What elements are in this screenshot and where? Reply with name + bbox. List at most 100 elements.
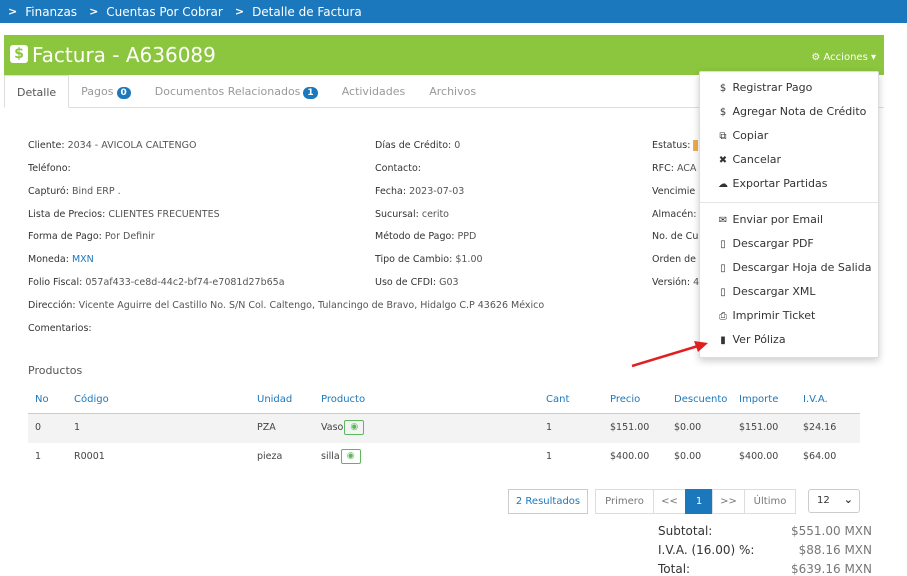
field-label: No. de Cu (652, 231, 699, 242)
tab-label: Archivos (429, 85, 477, 98)
subtotal-value: $551.00 MXN (791, 524, 872, 538)
iva-value: $88.16 MXN (798, 543, 872, 557)
cell-producto: Vaso ◉ (321, 420, 365, 435)
file-icon: ▯ (720, 287, 726, 298)
pdf-file-icon: ▯ (720, 239, 726, 250)
field-value: CLIENTES FRECUENTES (108, 209, 220, 220)
field-fecha: Fecha: 2023-07-03 (375, 186, 464, 197)
pager-page-1-button[interactable]: 1 (685, 489, 713, 514)
menu-item-descargar-hoja-salida[interactable]: ▯ Descargar Hoja de Salida (717, 261, 871, 274)
column-header[interactable]: Importe (739, 394, 778, 405)
field-uso-cfdi: Uso de CFDI: G03 (375, 277, 459, 288)
column-header[interactable]: Descuento (674, 394, 727, 405)
field-label: Versión: (652, 277, 691, 288)
tab-detalle[interactable]: Detalle (4, 75, 70, 108)
column-header[interactable]: No (35, 394, 49, 405)
field-label: Folio Fiscal: (28, 277, 83, 288)
field-label: Capturó: (28, 186, 69, 197)
menu-item-descargar-xml[interactable]: ▯ Descargar XML (717, 285, 815, 298)
tab-documentos-relacionados[interactable]: Documentos Relacionados 1 (143, 75, 330, 107)
column-header[interactable]: Cant (546, 394, 569, 405)
pager-next-button[interactable]: >> (712, 489, 745, 514)
column-header[interactable]: Código (74, 394, 109, 405)
menu-item-registrar-pago[interactable]: $ Registrar Pago (717, 81, 813, 94)
field-label: Estatus: (652, 140, 691, 151)
field-value: MXN (71, 254, 94, 265)
tab-label: Pagos (81, 85, 114, 98)
tab-pagos[interactable]: Pagos 0 (69, 75, 143, 107)
field-orden: Orden de (652, 254, 696, 265)
menu-item-label: Exportar Partidas (732, 177, 828, 190)
eye-icon[interactable]: ◉ (344, 420, 365, 435)
column-header[interactable]: Unidad (257, 394, 292, 405)
tab-actividades[interactable]: Actividades (330, 75, 418, 107)
total-value: $639.16 MXN (791, 562, 872, 576)
menu-divider (700, 202, 878, 203)
breadcrumb-item-cuentas-por-cobrar[interactable]: Cuentas Por Cobrar (106, 5, 223, 19)
cell-iva: $24.16 (803, 422, 837, 433)
menu-item-ver-poliza[interactable]: ▮ Ver Póliza (717, 333, 785, 346)
field-value: PPD (457, 231, 477, 242)
pager-last-button[interactable]: Último (744, 489, 796, 514)
gears-icon: ⚙ (811, 52, 821, 63)
chevron-down-icon: ⌄ (843, 493, 853, 506)
field-dias-credito: Días de Crédito: 0 (375, 140, 460, 151)
field-label: Almacén: (652, 209, 697, 220)
breadcrumb-item-finanzas[interactable]: Finanzas (25, 5, 77, 19)
field-value: G03 (439, 277, 459, 288)
field-direccion: Dirección: Vicente Aguirre del Castillo … (28, 300, 544, 311)
envelope-icon: ✉ (718, 215, 728, 226)
file-icon: ▯ (720, 263, 726, 274)
red-arrow-annotation (631, 341, 708, 368)
menu-item-label: Cancelar (732, 153, 782, 166)
tab-archivos[interactable]: Archivos (417, 75, 488, 107)
column-header[interactable]: Precio (610, 394, 640, 405)
menu-item-imprimir-ticket[interactable]: ⎙ Imprimir Ticket (717, 309, 815, 322)
page-size-select[interactable]: 12 ⌄ (808, 489, 860, 513)
cell-codigo: R0001 (74, 451, 105, 462)
menu-item-descargar-pdf[interactable]: ▯ Descargar PDF (717, 237, 814, 250)
copy-icon: ⧉ (719, 131, 727, 142)
pager-prev-button[interactable]: << (653, 489, 686, 514)
subtotal-label: Subtotal: (658, 524, 713, 538)
menu-item-label: Copiar (732, 129, 769, 142)
field-value: Por Definir (104, 231, 155, 242)
cell-producto: silla ◉ (321, 449, 361, 464)
menu-item-enviar-email[interactable]: ✉ Enviar por Email (717, 213, 823, 226)
field-label: Tipo de Cambio: (375, 254, 453, 265)
cell-unidad: pieza (257, 451, 283, 462)
eye-icon[interactable]: ◉ (340, 449, 361, 464)
column-header[interactable]: I.V.A. (803, 394, 828, 405)
breadcrumb-item-detalle-factura: Detalle de Factura (252, 4, 362, 19)
print-icon: ⎙ (719, 311, 727, 322)
menu-item-label: Enviar por Email (732, 213, 824, 226)
cell-precio: $151.00 (610, 422, 650, 433)
field-telefono: Teléfono: (28, 163, 71, 174)
cell-precio: $400.00 (610, 451, 650, 462)
field-label: Moneda: (28, 254, 69, 265)
cell-importe: $151.00 (739, 422, 779, 433)
times-icon: ✖ (718, 155, 728, 166)
field-cliente: Cliente: 2034 - AVICOLA CALTENGO (28, 140, 196, 151)
menu-item-label: Registrar Pago (732, 81, 813, 94)
cell-cant: 1 (546, 451, 553, 462)
menu-item-agregar-nota-credito[interactable]: $ Agregar Nota de Crédito (717, 105, 867, 118)
field-value: 2023-07-03 (409, 186, 465, 197)
producto-name: Vaso (321, 422, 344, 433)
acciones-dropdown-menu: $ Registrar Pago $ Agregar Nota de Crédi… (699, 71, 879, 358)
acciones-button[interactable]: ⚙ Acciones ▾ (811, 52, 876, 63)
menu-item-copiar[interactable]: ⧉ Copiar (717, 129, 768, 142)
chevron-right-icon: > (234, 5, 245, 18)
menu-item-exportar-partidas[interactable]: ☁ Exportar Partidas (717, 177, 828, 190)
cell-iva: $64.00 (803, 451, 837, 462)
acciones-label: Acciones (823, 52, 868, 63)
tab-label: Documentos Relacionados (154, 85, 301, 98)
column-header[interactable]: Producto (321, 394, 365, 405)
field-label: Forma de Pago: (28, 231, 102, 242)
pager-first-button[interactable]: Primero (595, 489, 654, 514)
menu-item-cancelar[interactable]: ✖ Cancelar (717, 153, 781, 166)
menu-item-label: Descargar Hoja de Salida (732, 261, 872, 274)
tab-label: Actividades (341, 85, 406, 98)
field-value: ACA (676, 163, 697, 174)
field-label: Uso de CFDI: (375, 277, 437, 288)
